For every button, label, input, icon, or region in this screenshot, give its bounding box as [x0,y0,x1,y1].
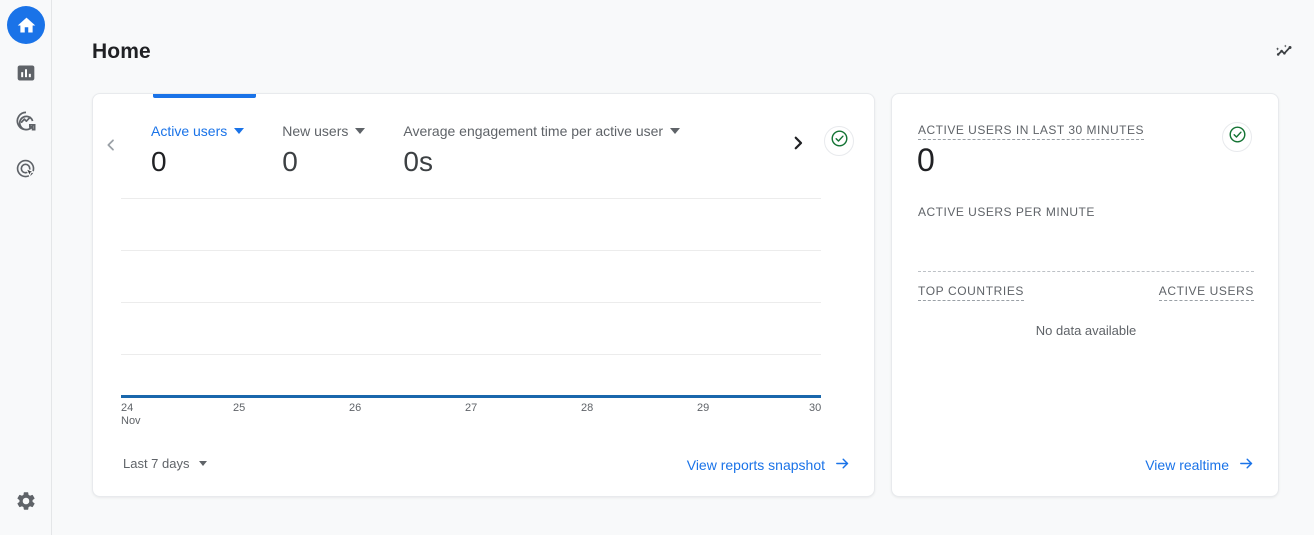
analytics-home-page: Home Active users 0 New users 0 Average … [0,0,1314,535]
realtime-card: ACTIVE USERS IN LAST 30 MINUTES 0 ACTIVE… [891,93,1279,497]
explore-icon [15,110,37,132]
page-header: Home [52,0,1314,84]
primary-navigation-rail [0,0,52,535]
column-header-active-users: ACTIVE USERS [1158,284,1254,301]
x-tick: 29 [697,402,710,414]
gridline [121,354,821,355]
metric-new-users[interactable]: New users 0 [282,122,403,179]
top-countries-empty-message: No data available [1035,323,1137,338]
metric-active-users[interactable]: Active users 0 [151,122,282,179]
view-realtime-label: View realtime [1145,457,1229,473]
arrow-right-icon [1238,455,1255,475]
date-range-label: Last 7 days [123,456,190,471]
metric-strip: Active users 0 New users 0 Average engag… [93,98,874,184]
gridline [121,198,821,199]
insights-sparkline-icon[interactable] [1265,31,1305,71]
metric-label: Active users [151,123,228,139]
metric-active-users-selector[interactable]: Active users [151,122,245,140]
sidebar-item-reports[interactable] [7,54,45,92]
view-reports-snapshot-link[interactable]: View reports snapshot [687,455,851,475]
gridline [121,250,821,251]
metric-avg-engagement-time-selector[interactable]: Average engagement time per active user [403,122,681,140]
x-tick: 25 [233,402,246,414]
x-tick: 27 [465,402,478,414]
realtime-card-footer: View realtime [892,439,1278,496]
x-tick: 28 [581,402,594,414]
chevron-left-icon[interactable] [96,130,126,160]
realtime-divider [918,271,1254,272]
gear-icon [15,490,37,512]
x-tick: 26 [349,402,362,414]
x-tick: 24 Nov [121,402,141,427]
chart-plot-area [121,190,821,398]
metric-label: New users [282,123,349,139]
sidebar-item-explore[interactable] [7,102,45,140]
realtime-status-badge[interactable] [1222,122,1252,152]
chevron-down-icon [198,461,207,466]
chart-series-active-users [121,395,821,398]
overview-status-badge[interactable] [824,126,854,156]
bar-chart-icon [16,63,36,83]
metric-value: 0 [282,146,298,177]
top-countries-table-header: TOP COUNTRIES ACTIVE USERS [918,284,1254,304]
chevron-down-icon [670,128,681,134]
home-icon [16,15,37,36]
x-tick: 30 [809,402,822,414]
target-icon [15,158,37,180]
realtime-heading: ACTIVE USERS IN LAST 30 MINUTES [918,123,1144,140]
column-header-top-countries: TOP COUNTRIES [918,284,1025,301]
chart-x-axis: 24 Nov 25 26 27 28 29 30 [121,402,821,438]
metric-value: 0 [151,146,167,177]
chevron-down-icon [355,128,366,134]
page-title: Home [92,40,151,63]
metric-label: Average engagement time per active user [403,123,664,139]
check-circle-icon [830,129,849,153]
realtime-active-users-value: 0 [917,142,935,178]
sidebar-item-home[interactable] [7,6,45,44]
check-circle-icon [1228,125,1247,149]
metric-value: 0s [403,146,433,177]
active-users-chart: 24 Nov 25 26 27 28 29 30 [93,190,874,440]
overview-card-footer: Last 7 days View reports snapshot [93,439,874,496]
date-range-selector[interactable]: Last 7 days [123,456,207,471]
overview-card: Active users 0 New users 0 Average engag… [92,93,875,497]
chevron-down-icon [234,128,245,134]
gridline [121,302,821,303]
metric-new-users-selector[interactable]: New users [282,122,366,140]
view-realtime-link[interactable]: View realtime [1145,455,1255,475]
sidebar-item-admin[interactable] [7,482,45,520]
arrow-right-icon [834,455,851,475]
sidebar-item-advertising[interactable] [7,150,45,188]
metric-avg-engagement-time[interactable]: Average engagement time per active user … [403,122,718,179]
chevron-right-icon[interactable] [783,128,813,158]
realtime-subheading: ACTIVE USERS PER MINUTE [918,205,1095,219]
metric-list: Active users 0 New users 0 Average engag… [151,122,718,179]
view-reports-snapshot-label: View reports snapshot [686,457,825,473]
